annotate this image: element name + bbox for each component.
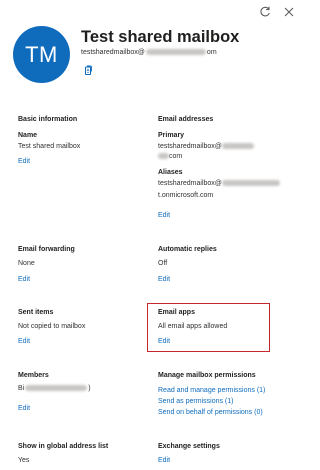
basic-information-title: Basic information (18, 116, 78, 123)
manage-permissions-title: Manage mailbox permissions (158, 372, 256, 379)
edit-automatic-replies-link[interactable]: Edit (158, 276, 170, 283)
primary-label: Primary (158, 132, 185, 139)
aliases-label: Aliases (158, 169, 183, 176)
members-value: Bi) (18, 385, 91, 392)
mailbox-email: testsharedmailbox@ om (81, 49, 217, 56)
automatic-replies-title: Automatic replies (158, 246, 217, 253)
members-title: Members (18, 372, 49, 379)
email-forwarding-title: Email forwarding (18, 246, 75, 253)
redacted-text (25, 385, 88, 392)
edit-email-addresses-link[interactable]: Edit (158, 212, 170, 219)
name-value: Test shared mailbox (18, 143, 81, 150)
primary-email-suffix: com (169, 153, 183, 160)
email-apps-value: All email apps allowed (158, 323, 228, 330)
alias-email-prefix: testsharedmailbox@ (158, 180, 222, 187)
primary-email-prefix: testsharedmailbox@ (158, 143, 222, 150)
email-apps-title: Email apps (158, 309, 195, 316)
edit-basic-information-link[interactable]: Edit (18, 158, 30, 165)
refresh-icon[interactable] (258, 5, 272, 19)
redacted-text (145, 49, 206, 56)
global-address-list-value: Yes (18, 457, 30, 464)
email-forwarding-value: None (18, 260, 35, 267)
redacted-text (158, 153, 169, 160)
copy-icon[interactable] (83, 63, 93, 75)
avatar-initials: TM (25, 41, 58, 67)
primary-email-line1: testsharedmailbox@ (158, 143, 254, 150)
redacted-text (221, 180, 280, 187)
primary-email-line2: com (158, 153, 182, 160)
send-on-behalf-permissions-link[interactable]: Send on behalf of permissions (0) (158, 409, 263, 416)
sent-items-value: Not copied to mailbox (18, 323, 86, 330)
alias-email-line2: t.onmicrosoft.com (158, 192, 214, 199)
name-label: Name (18, 132, 38, 139)
edit-members-link[interactable]: Edit (18, 405, 30, 412)
mailbox-title: Test shared mailbox (81, 28, 240, 46)
email-prefix: testsharedmailbox@ (81, 49, 145, 56)
alias-email-line1: testsharedmailbox@ (158, 180, 280, 187)
edit-email-forwarding-link[interactable]: Edit (18, 276, 30, 283)
members-value-suffix: ) (88, 385, 91, 392)
members-value-prefix: Bi (18, 385, 25, 392)
email-addresses-title: Email addresses (158, 116, 214, 123)
send-as-permissions-link[interactable]: Send as permissions (1) (158, 398, 233, 405)
global-address-list-title: Show in global address list (18, 443, 109, 450)
redacted-text (221, 143, 254, 150)
edit-exchange-settings-link[interactable]: Edit (158, 457, 170, 464)
avatar: TM (13, 26, 70, 83)
automatic-replies-value: Off (158, 260, 168, 267)
read-manage-permissions-link[interactable]: Read and manage permissions (1) (158, 387, 265, 394)
exchange-settings-title: Exchange settings (158, 443, 220, 450)
edit-sent-items-link[interactable]: Edit (18, 338, 30, 345)
close-icon[interactable] (282, 5, 296, 19)
sent-items-title: Sent items (18, 309, 54, 316)
edit-email-apps-link[interactable]: Edit (158, 338, 170, 345)
email-suffix: om (206, 49, 217, 56)
